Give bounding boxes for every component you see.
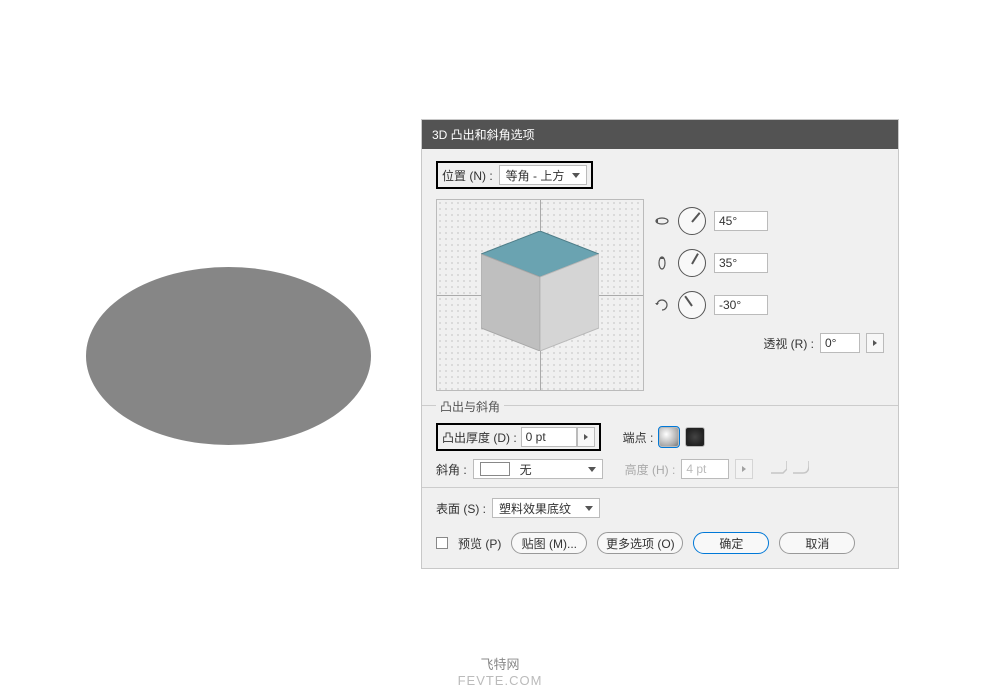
rotate-y-dial[interactable] — [678, 249, 706, 277]
ok-button[interactable]: 确定 — [693, 532, 769, 554]
dialog-title: 3D 凸出和斜角选项 — [422, 120, 898, 149]
depth-stepper[interactable] — [577, 427, 595, 447]
bevel-out-icon — [793, 461, 809, 478]
bevel-select[interactable]: 无 — [473, 459, 603, 479]
cube-right-face — [540, 254, 599, 351]
preview-checkbox[interactable] — [436, 537, 448, 549]
rotate-x-icon — [654, 212, 670, 230]
cap-label: 端点 : — [623, 429, 654, 446]
rotate-x-dial[interactable] — [678, 207, 706, 235]
position-select[interactable]: 等角 - 上方 — [499, 165, 588, 185]
rotate-x-input[interactable]: 45° — [714, 211, 768, 231]
position-value: 等角 - 上方 — [506, 167, 565, 184]
rotate-z-dial[interactable] — [678, 291, 706, 319]
depth-highlight: 凸出厚度 (D) : 0 pt — [436, 423, 601, 451]
bevel-swatch-icon — [480, 462, 510, 476]
perspective-stepper[interactable] — [866, 333, 884, 353]
height-input: 4 pt — [681, 459, 729, 479]
rotate-y-input[interactable]: 35° — [714, 253, 768, 273]
perspective-input[interactable]: 0° — [820, 333, 860, 353]
map-art-button[interactable]: 贴图 (M)... — [511, 532, 587, 554]
canvas-ellipse — [86, 267, 371, 445]
more-options-button[interactable]: 更多选项 (O) — [597, 532, 683, 554]
bevel-label: 斜角 : — [436, 461, 467, 478]
surface-select[interactable]: 塑料效果底纹 — [492, 498, 600, 518]
height-label: 高度 (H) : — [625, 461, 676, 478]
depth-label: 凸出厚度 (D) : — [442, 429, 517, 446]
surface-value: 塑料效果底纹 — [499, 500, 571, 517]
orientation-cube[interactable] — [436, 199, 644, 391]
watermark-line2: FEVTE.COM — [458, 673, 543, 688]
extrude-bevel-section: 凸出与斜角 — [436, 398, 504, 415]
cancel-button[interactable]: 取消 — [779, 532, 855, 554]
height-stepper — [735, 459, 753, 479]
perspective-label: 透视 (R) : — [763, 335, 814, 352]
preview-label: 预览 (P) — [458, 535, 501, 552]
rotate-z-icon — [654, 296, 670, 314]
rotate-y-icon — [654, 254, 670, 272]
watermark: 飞特网 FEVTE.COM — [458, 654, 543, 688]
bevel-value: 无 — [520, 461, 532, 478]
rotate-z-input[interactable]: -30° — [714, 295, 768, 315]
surface-label: 表面 (S) : — [436, 500, 486, 517]
cube-left-face — [481, 254, 540, 351]
position-label: 位置 (N) : — [442, 167, 493, 184]
dialog-3d-extrude-bevel: 3D 凸出和斜角选项 位置 (N) : 等角 - 上方 — [421, 119, 899, 569]
watermark-line1: 飞特网 — [458, 654, 543, 673]
position-highlight: 位置 (N) : 等角 - 上方 — [436, 161, 593, 189]
depth-input[interactable]: 0 pt — [521, 427, 577, 447]
bevel-in-icon — [771, 461, 787, 478]
cap-off-button[interactable] — [685, 427, 705, 447]
cap-on-button[interactable] — [659, 427, 679, 447]
